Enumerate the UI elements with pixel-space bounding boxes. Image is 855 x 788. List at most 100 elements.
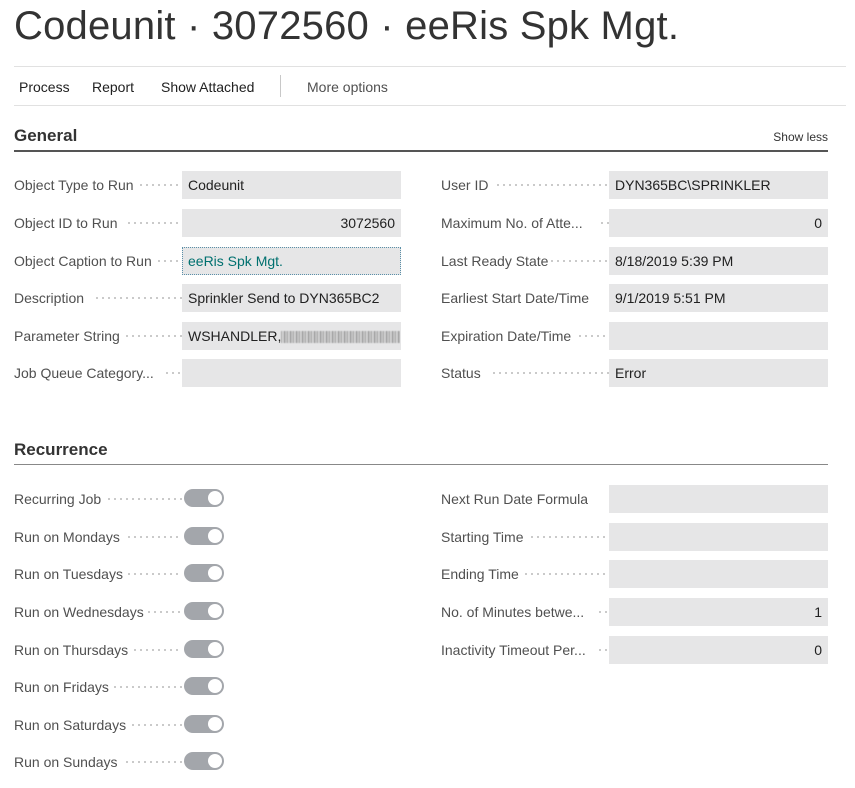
leader-dots (156, 260, 182, 262)
field-label: Run on Thursdays (14, 642, 129, 658)
show-less-link[interactable]: Show less (773, 130, 828, 144)
recurrence-section-line (14, 464, 828, 465)
field-label: Next Run Date Formula (441, 491, 589, 507)
field-label: Recurring Job (14, 491, 102, 507)
run-tuesdays-toggle[interactable] (184, 564, 224, 582)
toggle-knob (208, 604, 222, 618)
toggle-knob (208, 491, 222, 505)
toggle-knob (208, 529, 222, 543)
more-options-button[interactable]: More options (307, 67, 388, 105)
field-label: Ending Time (441, 566, 519, 582)
expiration-input[interactable] (609, 322, 828, 350)
last-ready-state-input[interactable]: 8/18/2019 5:39 PM (609, 247, 828, 275)
status-input[interactable]: Error (609, 359, 828, 387)
leader-dots (126, 536, 182, 538)
general-section-line (14, 150, 828, 152)
leader-dots (599, 222, 609, 224)
description-input[interactable]: Sprinkler Send to DYN365BC2 (182, 284, 401, 312)
field-job-queue-category: Job Queue Category... (14, 359, 402, 387)
field-inactivity-timeout: Inactivity Timeout Per... 0 (441, 636, 829, 664)
toggle-knob (208, 754, 222, 768)
field-label: Run on Wednesdays (14, 604, 144, 620)
job-queue-category-input[interactable] (182, 359, 401, 387)
field-ending-time: Ending Time (441, 560, 829, 588)
report-button[interactable]: Report (92, 67, 134, 105)
field-object-id: Object ID to Run 3072560 (14, 209, 402, 237)
field-earliest-start: Earliest Start Date/Time 9/1/2019 5:51 P… (441, 284, 829, 312)
field-parameter-string: Parameter String WSHANDLER, (14, 322, 402, 350)
leader-dots (529, 536, 609, 538)
action-bar: Process Report Show Attached More option… (14, 67, 846, 105)
field-label: Run on Tuesdays (14, 566, 123, 582)
run-saturdays-toggle[interactable] (184, 715, 224, 733)
field-label: Run on Saturdays (14, 717, 127, 733)
field-label: Last Ready State (441, 253, 549, 269)
ending-time-input[interactable] (609, 560, 828, 588)
minutes-between-runs-input[interactable]: 1 (609, 598, 828, 626)
parameter-string-text: WSHANDLER, (188, 328, 282, 344)
run-wednesdays-toggle[interactable] (184, 602, 224, 620)
field-description: Description Sprinkler Send to DYN365BC2 (14, 284, 402, 312)
leader-dots (132, 649, 182, 651)
field-run-tuesdays: Run on Tuesdays (14, 560, 234, 588)
user-id-input[interactable]: DYN365BC\SPRINKLER (609, 171, 828, 199)
field-label: Inactivity Timeout Per... (441, 642, 586, 658)
object-caption-input[interactable]: eeRis Spk Mgt. (182, 247, 401, 275)
toolbar-divider (14, 105, 846, 106)
redacted-text (281, 331, 400, 344)
run-mondays-toggle[interactable] (184, 527, 224, 545)
toolbar-separator (280, 75, 281, 97)
recurrence-section-title[interactable]: Recurrence (14, 440, 108, 460)
field-recurring-job: Recurring Job (14, 485, 234, 513)
toggle-knob (208, 717, 222, 731)
leader-dots (94, 297, 182, 299)
field-object-type: Object Type to Run Codeunit (14, 171, 402, 199)
leader-dots (112, 686, 182, 688)
leader-dots (577, 335, 609, 337)
field-label: User ID (441, 177, 489, 193)
leader-dots (130, 724, 182, 726)
toggle-knob (208, 679, 222, 693)
field-label: Status (441, 365, 481, 381)
leader-dots (126, 222, 182, 224)
parameter-string-input[interactable]: WSHANDLER, (182, 322, 401, 350)
leader-dots (523, 573, 609, 575)
general-section-title[interactable]: General (14, 126, 77, 146)
field-label: Parameter String (14, 328, 120, 344)
field-minutes-between-runs: No. of Minutes betwe... 1 (441, 598, 829, 626)
run-fridays-toggle[interactable] (184, 677, 224, 695)
field-last-ready-state: Last Ready State 8/18/2019 5:39 PM (441, 247, 829, 275)
starting-time-input[interactable] (609, 523, 828, 551)
field-label: Starting Time (441, 529, 524, 545)
page-title: Codeunit · 3072560 · eeRis Spk Mgt. (14, 4, 680, 48)
field-label: Object Type to Run (14, 177, 134, 193)
leader-dots (164, 372, 182, 374)
field-label: No. of Minutes betwe... (441, 604, 585, 620)
field-next-run-formula: Next Run Date Formula (441, 485, 829, 513)
field-run-fridays: Run on Fridays (14, 673, 234, 701)
earliest-start-input[interactable]: 9/1/2019 5:51 PM (609, 284, 828, 312)
object-id-input[interactable]: 3072560 (182, 209, 401, 237)
field-run-saturdays: Run on Saturdays (14, 711, 234, 739)
leader-dots (106, 498, 182, 500)
field-label: Description (14, 290, 85, 306)
field-object-caption: Object Caption to Run eeRis Spk Mgt. (14, 247, 402, 275)
run-thursdays-toggle[interactable] (184, 640, 224, 658)
field-label: Run on Mondays (14, 529, 120, 545)
field-run-mondays: Run on Mondays (14, 523, 234, 551)
process-button[interactable]: Process (19, 67, 70, 105)
show-attached-button[interactable]: Show Attached (161, 67, 254, 105)
leader-dots (491, 372, 609, 374)
leader-dots (126, 573, 182, 575)
inactivity-timeout-input[interactable]: 0 (609, 636, 828, 664)
leader-dots (138, 184, 182, 186)
max-attempts-input[interactable]: 0 (609, 209, 828, 237)
next-run-formula-input[interactable] (609, 485, 828, 513)
run-sundays-toggle[interactable] (184, 752, 224, 770)
field-label: Object Caption to Run (14, 253, 152, 269)
field-user-id: User ID DYN365BC\SPRINKLER (441, 171, 829, 199)
object-type-input[interactable]: Codeunit (182, 171, 401, 199)
recurring-job-toggle[interactable] (184, 489, 224, 507)
leader-dots (549, 260, 609, 262)
field-max-attempts: Maximum No. of Atte... 0 (441, 209, 829, 237)
